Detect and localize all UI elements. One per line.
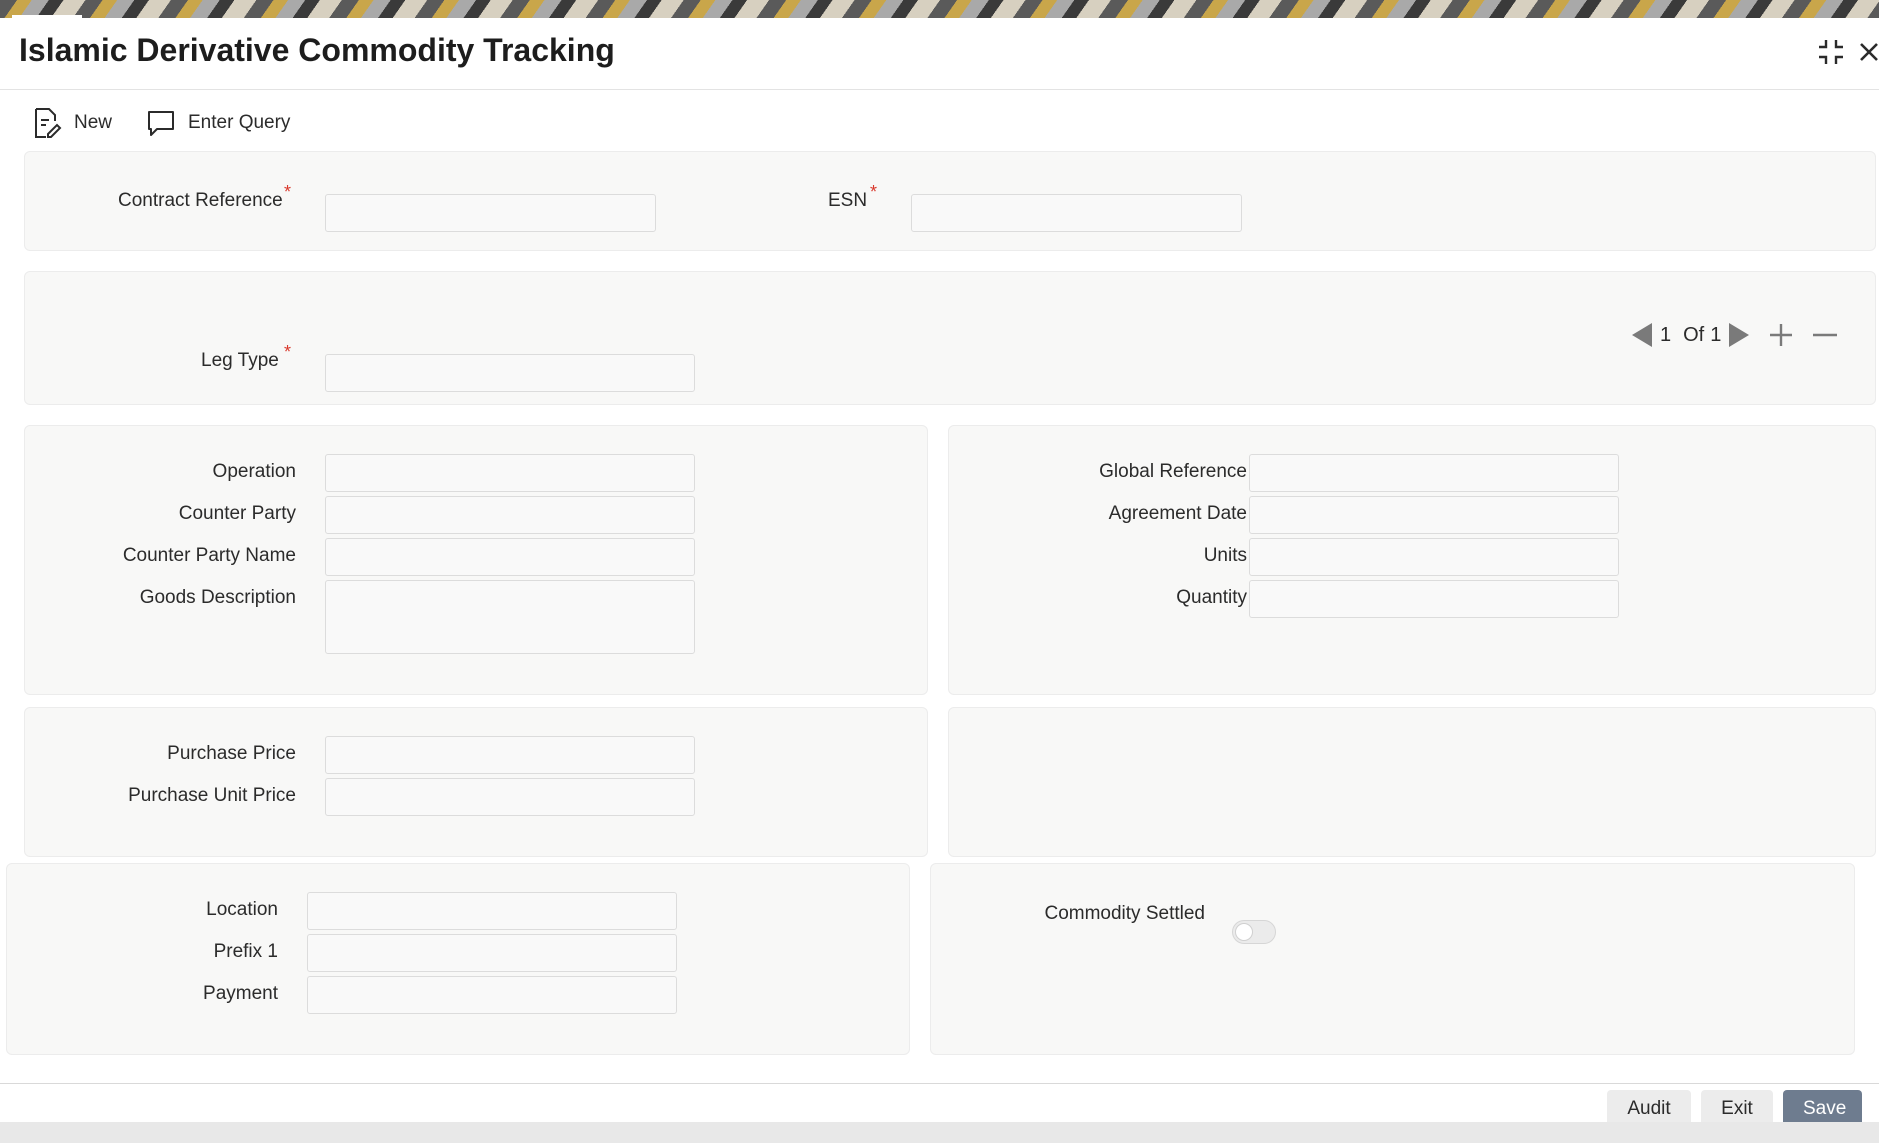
enter-query-label: Enter Query (188, 112, 291, 133)
operation-label: Operation (212, 461, 296, 482)
delete-row-button[interactable] (1811, 321, 1839, 349)
chat-bubble-icon (148, 111, 174, 136)
global-reference-input[interactable] (1249, 454, 1619, 492)
commodity-tracking-window: Islamic Derivative Commodity Tracking Ne… (0, 18, 1879, 1128)
top-decorative-strip (0, 0, 1879, 18)
title-bar: Islamic Derivative Commodity Tracking (0, 18, 1879, 90)
new-button-label: New (74, 112, 113, 133)
leg-type-input[interactable] (325, 354, 695, 392)
payment-label: Payment (203, 983, 278, 1004)
pager-of-label: Of (1683, 323, 1705, 346)
contract-reference-input[interactable] (325, 194, 656, 232)
counter-party-label: Counter Party (178, 503, 296, 524)
details-left-panel: Operation Counter Party Counter Party Na… (24, 425, 928, 695)
location-input[interactable] (307, 892, 677, 930)
pricing-right-panel (948, 707, 1876, 857)
esn-input[interactable] (911, 194, 1242, 232)
contract-reference-label: Contract Reference (118, 190, 283, 211)
location-label: Location (206, 899, 278, 920)
commodity-settled-label: Commodity Settled (1044, 903, 1205, 924)
enter-query-button[interactable]: Enter Query (146, 100, 290, 146)
close-icon (1860, 43, 1878, 61)
previous-record-button[interactable] (1630, 321, 1654, 349)
pricing-panel: Purchase Price Purchase Unit Price (24, 707, 928, 857)
agreement-date-label: Agreement Date (1108, 503, 1247, 524)
next-record-button[interactable] (1727, 321, 1751, 349)
new-button[interactable]: New (32, 100, 112, 146)
triangle-left-icon (1632, 323, 1652, 347)
add-row-button[interactable] (1767, 321, 1795, 349)
toolbar: New Enter Query (0, 100, 1879, 150)
prefix1-input[interactable] (307, 934, 677, 972)
contract-reference-required-mark: * (284, 182, 292, 202)
payment-input[interactable] (307, 976, 677, 1014)
esn-label: ESN (828, 190, 868, 211)
leg-pager: 1 Of 1 (1630, 318, 1839, 352)
details-right-panel: Global Reference Agreement Date Units Qu… (948, 425, 1876, 695)
quantity-label: Quantity (1176, 587, 1247, 608)
plus-icon (1770, 324, 1793, 346)
minus-icon (1813, 333, 1838, 337)
units-label: Units (1203, 545, 1247, 566)
close-window-button[interactable] (1853, 36, 1879, 68)
toggle-knob (1235, 923, 1253, 941)
purchase-unit-price-label: Purchase Unit Price (128, 785, 296, 806)
location-panel: Location Prefix 1 Payment (6, 863, 910, 1055)
global-reference-label: Global Reference (1099, 461, 1247, 482)
leg-type-required-mark: * (284, 342, 292, 362)
collapse-icon (1819, 40, 1843, 64)
bottom-band (0, 1122, 1879, 1143)
purchase-price-label: Purchase Price (167, 743, 296, 764)
page-title: Islamic Derivative Commodity Tracking (19, 32, 615, 68)
goods-description-textarea[interactable] (325, 580, 695, 654)
pager-current: 1 (1660, 323, 1672, 346)
leg-panel: Leg Type * (24, 271, 1876, 405)
leg-type-label: Leg Type (201, 350, 279, 371)
pager-total: 1 (1710, 323, 1722, 346)
purchase-price-input[interactable] (325, 736, 695, 774)
agreement-date-input[interactable] (1249, 496, 1619, 534)
triangle-right-icon (1729, 323, 1750, 347)
prefix1-label: Prefix 1 (213, 941, 278, 962)
operation-input[interactable] (325, 454, 695, 492)
goods-description-label: Goods Description (139, 587, 296, 608)
quantity-input[interactable] (1249, 580, 1619, 618)
new-document-icon (35, 108, 62, 138)
units-input[interactable] (1249, 538, 1619, 576)
counter-party-name-input[interactable] (325, 538, 695, 576)
commodity-settled-toggle[interactable] (1232, 920, 1276, 944)
counter-party-name-label: Counter Party Name (122, 545, 296, 566)
settlement-panel: Commodity Settled (930, 863, 1855, 1055)
footer-divider (0, 1083, 1879, 1084)
purchase-unit-price-input[interactable] (325, 778, 695, 816)
esn-required-mark: * (870, 182, 878, 202)
counter-party-input[interactable] (325, 496, 695, 534)
header-panel: Contract Reference * ESN * (24, 151, 1876, 251)
restore-window-button[interactable] (1815, 36, 1847, 68)
